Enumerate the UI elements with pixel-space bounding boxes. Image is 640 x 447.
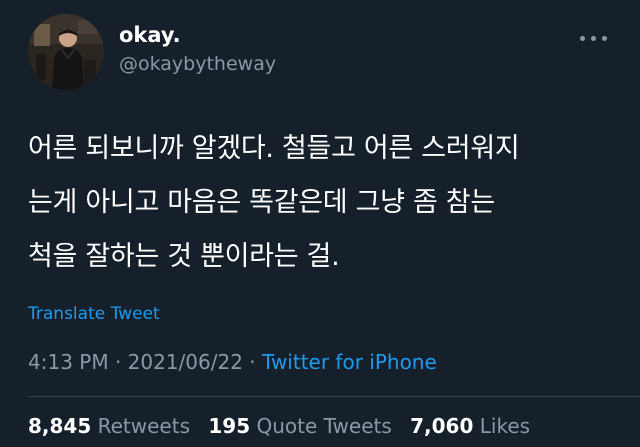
tweet-header: okay. @okaybytheway [28, 14, 612, 90]
quote-tweets-label: Quote Tweets [256, 414, 392, 438]
tweet-text: 어른 되보니까 알겠다. 철들고 어른 스러워지 는게 아니고 마음은 똑같은데… [28, 122, 628, 284]
retweets-count: 8,845 [28, 414, 92, 438]
quote-tweets-count: 195 [208, 414, 251, 438]
more-dot [591, 36, 596, 41]
more-dot [580, 36, 585, 41]
tweet-detail: okay. @okaybytheway 어른 되보니까 알겠다. 철들고 어른 … [0, 0, 640, 447]
quote-tweets-stat[interactable]: 195 Quote Tweets [208, 414, 391, 438]
tweet-meta: 4:13 PM · 2021/06/22 · Twitter for iPhon… [28, 348, 437, 376]
tweet-date[interactable]: 2021/06/22 [128, 350, 243, 374]
meta-separator: · [108, 350, 128, 374]
avatar[interactable] [28, 14, 104, 90]
user-names: okay. @okaybytheway [119, 22, 276, 77]
retweets-stat[interactable]: 8,845 Retweets [28, 414, 190, 438]
display-name[interactable]: okay. [119, 22, 276, 48]
tweet-text-line: 는게 아니고 마음은 똑같은데 그냥 좀 참는 [28, 187, 495, 218]
tweet-text-line: 어른 되보니까 알겠다. 철들고 어른 스러워지 [28, 133, 520, 164]
tweet-source-link[interactable]: Twitter for iPhone [262, 350, 437, 374]
tweet-time[interactable]: 4:13 PM [28, 350, 109, 374]
tweet-text-line: 척을 잘하는 것 뿐이라는 걸. [28, 241, 340, 272]
translate-tweet-link[interactable]: Translate Tweet [28, 302, 160, 326]
avatar-photo [28, 14, 104, 90]
likes-count: 7,060 [410, 414, 474, 438]
divider [28, 396, 640, 397]
retweets-label: Retweets [97, 414, 190, 438]
user-handle[interactable]: @okaybytheway [119, 51, 276, 77]
more-horizontal-icon[interactable] [580, 32, 608, 44]
meta-separator: · [242, 350, 263, 374]
tweet-stats: 8,845 Retweets 195 Quote Tweets 7,060 Li… [28, 412, 542, 440]
more-dot [602, 36, 607, 41]
likes-stat[interactable]: 7,060 Likes [410, 414, 530, 438]
likes-label: Likes [479, 414, 531, 438]
